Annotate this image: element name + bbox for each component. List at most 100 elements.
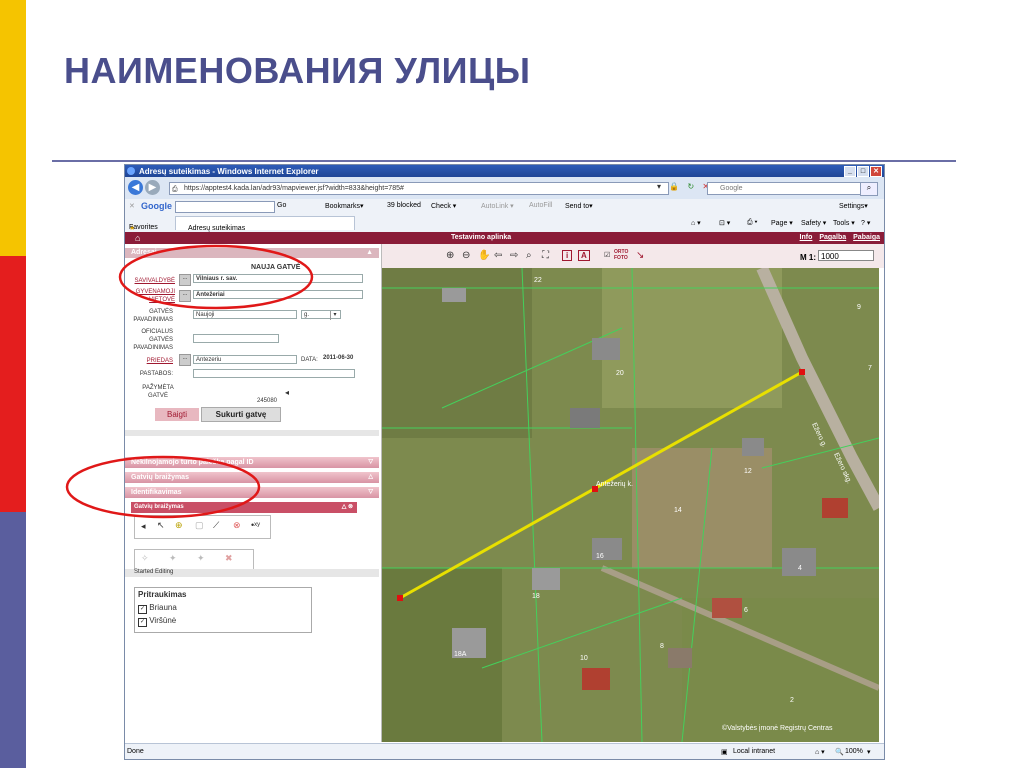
priedas-picker-button[interactable]: ... bbox=[179, 354, 191, 366]
help-link[interactable]: Pagalba bbox=[819, 234, 846, 241]
savivaldybe-field[interactable]: Vilniaus r. sav. bbox=[193, 274, 363, 283]
savivaldybe-picker-button[interactable]: ... bbox=[179, 274, 191, 286]
full-extent-icon[interactable]: ⛶ bbox=[542, 250, 549, 261]
ortho-checkbox-icon[interactable]: ☑ bbox=[604, 251, 610, 259]
building bbox=[668, 648, 692, 668]
section-gatviu-braizymas[interactable]: Gatvių braižymas △ bbox=[125, 472, 379, 483]
priedas-field[interactable]: Antezeriu bbox=[193, 355, 297, 364]
draw-line-icon[interactable]: ⟋ bbox=[213, 520, 219, 531]
check-button[interactable]: Check ▾ bbox=[431, 202, 456, 210]
zoom-level[interactable]: 100% bbox=[845, 748, 863, 755]
xy-point-icon[interactable]: •ˣʸ bbox=[251, 520, 260, 530]
protected-mode-icon[interactable]: ⌂ ▾ bbox=[815, 748, 825, 756]
refresh-icon[interactable]: ↻ bbox=[687, 182, 694, 191]
orthophoto-map[interactable]: 22 9 7 20 12 14 16 4 18 6 18A 10 8 2 Ant… bbox=[382, 268, 879, 742]
insert-vertex-icon[interactable]: ✦ bbox=[197, 553, 205, 564]
search-icon[interactable]: ⌕ bbox=[860, 182, 878, 196]
sukurti-gatve-button[interactable]: Sukurti gatvę bbox=[201, 407, 281, 422]
section-nekilnojamojo[interactable]: Nekilnojamojo turto paieška pagal ID ▽ bbox=[125, 457, 379, 468]
tools-menu[interactable]: Tools ▾ bbox=[833, 219, 855, 227]
zoom-in-icon[interactable]: ⊕ bbox=[446, 250, 454, 261]
savivaldybe-label[interactable]: SAVIVALDYBĖ bbox=[129, 277, 175, 285]
vietove-field[interactable]: Antežeriai bbox=[193, 290, 363, 299]
section-label: Identifikavimas bbox=[131, 489, 182, 496]
settings-button[interactable]: Settings▾ bbox=[839, 202, 868, 210]
close-toolbar-icon[interactable]: ✕ bbox=[129, 202, 135, 210]
pan-hand-icon[interactable]: ✋ bbox=[478, 250, 490, 261]
safety-menu[interactable]: Safety ▾ bbox=[801, 219, 826, 227]
date-value[interactable]: 2011-06-30 bbox=[323, 355, 353, 361]
scale-input[interactable]: 1000 bbox=[818, 250, 874, 261]
baigti-button[interactable]: Baigti bbox=[155, 408, 199, 421]
street-type-select[interactable]: g. ▾ bbox=[301, 310, 341, 320]
pastabos-field[interactable] bbox=[193, 369, 355, 378]
move-vertex-icon[interactable]: ✧ bbox=[141, 553, 149, 564]
bookmarks-button[interactable]: Bookmarks▾ bbox=[325, 202, 364, 210]
pastabos-label: PASTABOS: bbox=[139, 371, 173, 377]
building bbox=[822, 498, 848, 518]
snap-vertex-option[interactable]: ✓ Viršūnė bbox=[138, 616, 176, 627]
info-icon[interactable]: i bbox=[562, 250, 573, 261]
left-panel: Adresai ▲ NAUJA GATVĖ SAVIVALDYBĖ ... Vi… bbox=[125, 244, 382, 742]
feeds-icon[interactable]: ⊡ ▾ bbox=[719, 219, 730, 227]
zoom-dropdown-icon[interactable]: ▾ bbox=[867, 748, 871, 756]
priedas-label[interactable]: PRIEDAS bbox=[129, 357, 173, 365]
square-icon[interactable]: ▢ bbox=[195, 520, 204, 531]
sub-panel-controls[interactable]: △ ⊗ bbox=[342, 502, 353, 513]
collapse-icon[interactable]: ▲ bbox=[366, 248, 373, 258]
checkbox-checked-icon[interactable]: ✓ bbox=[138, 618, 147, 627]
section-label: Nekilnojamojo turto paieška pagal ID bbox=[131, 459, 254, 466]
close-button[interactable]: ✕ bbox=[870, 166, 882, 177]
delete-icon[interactable]: ⊗ bbox=[233, 520, 241, 531]
info-link[interactable]: Info bbox=[800, 234, 813, 241]
oficialus-field[interactable] bbox=[193, 334, 279, 343]
select-arrow-icon[interactable]: ◂ bbox=[141, 521, 146, 532]
forward-icon[interactable]: ▶ bbox=[145, 180, 160, 195]
checkbox-checked-icon[interactable]: ✓ bbox=[138, 605, 147, 614]
maximize-button[interactable]: □ bbox=[857, 166, 869, 177]
remove-vertex-icon[interactable]: ✖ bbox=[225, 553, 233, 564]
text-tool-icon[interactable]: A bbox=[578, 250, 590, 261]
section-identifikavimas[interactable]: Identifikavimas ▽ bbox=[125, 487, 379, 498]
snapping-title: Pritraukimas bbox=[138, 590, 187, 599]
scale-label: M 1: bbox=[800, 253, 816, 262]
street-type-value: g. bbox=[304, 312, 310, 318]
popup-blocked-button[interactable]: 39 blocked bbox=[387, 202, 421, 209]
status-text: Done bbox=[127, 748, 144, 755]
home-icon[interactable]: ⌂ ▾ bbox=[691, 219, 701, 227]
lock-icon[interactable]: 🔒 bbox=[669, 182, 679, 191]
page-menu[interactable]: Page ▾ bbox=[771, 219, 793, 227]
vietove-label[interactable]: GYVENAMOJI VIETOVĖ bbox=[129, 288, 175, 304]
autofill-button[interactable]: AutoFill bbox=[529, 202, 552, 209]
dropdown-icon[interactable]: ▾ bbox=[657, 182, 661, 191]
help-menu[interactable]: ? ▾ bbox=[861, 219, 870, 227]
pavadinimas-field[interactable]: Naujoji bbox=[193, 310, 297, 319]
search-input[interactable]: Google bbox=[707, 182, 867, 195]
autolink-button[interactable]: AutoLink ▾ bbox=[481, 202, 514, 210]
previous-extent-icon[interactable]: ⇦ bbox=[494, 250, 502, 261]
panel-title: Adresai bbox=[131, 249, 157, 256]
google-logo: Google bbox=[141, 201, 172, 211]
add-vertex-icon[interactable]: ✦ bbox=[169, 553, 177, 564]
next-extent-icon[interactable]: ⇨ bbox=[510, 250, 518, 261]
zoom-icon[interactable]: 🔍 bbox=[835, 748, 844, 756]
print-icon[interactable]: ⎙ ▾ bbox=[747, 219, 758, 227]
back-icon[interactable]: ◀ bbox=[128, 180, 143, 195]
google-search-input[interactable] bbox=[175, 201, 275, 213]
url-text: https://apptest4.kada.lan/adr93/mapviewe… bbox=[184, 185, 404, 192]
expand-icon: ▽ bbox=[368, 489, 373, 495]
sendto-button[interactable]: Send to▾ bbox=[565, 202, 593, 210]
edit-vertex-icon[interactable]: ↖ bbox=[157, 520, 165, 531]
tab-adresu-suteikimas[interactable]: Adresų suteikimas bbox=[175, 216, 355, 232]
field-patch bbox=[602, 268, 782, 408]
url-field[interactable]: ⎙ https://apptest4.kada.lan/adr93/mapvie… bbox=[169, 182, 669, 195]
minimize-button[interactable]: _ bbox=[844, 166, 856, 177]
go-button[interactable]: Go bbox=[277, 202, 286, 209]
vietove-picker-button[interactable]: ... bbox=[179, 290, 191, 302]
clear-selection-icon[interactable]: ↘ bbox=[636, 250, 644, 261]
zoom-out-icon[interactable]: ⊖ bbox=[462, 250, 470, 261]
zoom-selection-icon[interactable]: ⌕ bbox=[526, 250, 532, 261]
exit-link[interactable]: Pabaiga bbox=[853, 234, 880, 241]
snap-edge-option[interactable]: ✓ Briauna bbox=[138, 603, 177, 614]
add-point-icon[interactable]: ⊕ bbox=[175, 520, 183, 531]
